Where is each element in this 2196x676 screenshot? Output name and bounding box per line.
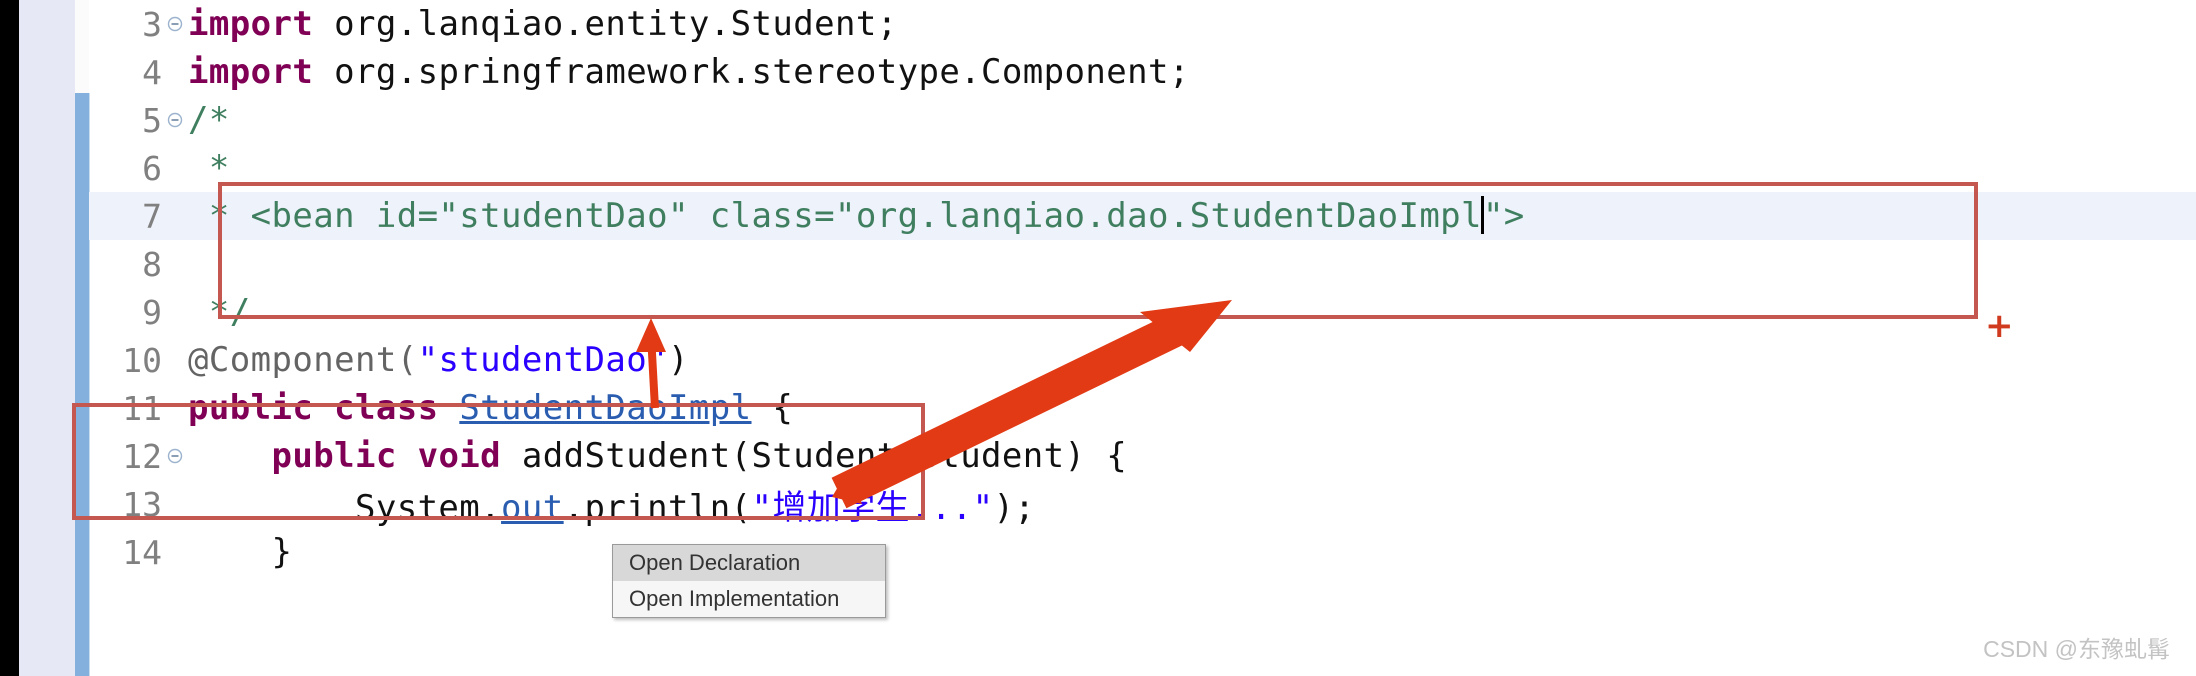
popup-item-open-implementation[interactable]: Open Implementation [613,581,885,617]
code-line-text: System.out.println("增加学生..."); [188,480,1035,529]
open-declaration-popup[interactable]: Open Declaration Open Implementation [612,544,886,618]
line-number: 6 [142,148,162,188]
code-line[interactable]: 8 [0,240,2196,288]
code-token: public class [188,388,460,428]
code-token: org.lanqiao.entity.Student; [334,4,898,44]
code-line[interactable]: 9 */ [0,288,2196,336]
code-line-text: /* [188,100,230,140]
code-line[interactable]: 10 @Component("studentDao") [0,336,2196,384]
code-token: "增加学生..." [751,487,994,528]
code-token: { [751,388,794,428]
fold-collapse-icon[interactable] [167,448,183,464]
code-line-text: public class StudentDaoImpl { [188,388,793,428]
code-line[interactable]: 11 public class StudentDaoImpl { [0,384,2196,432]
code-token: .println( [563,487,752,528]
line-number: 7 [142,196,162,236]
line-number: 8 [142,244,162,284]
code-token: ) [668,340,689,380]
code-token: } [188,532,293,572]
code-token: /* [188,100,230,140]
code-token: import [188,52,335,92]
code-token: * <bean id="studentDao" class="org.lanqi… [188,196,1482,236]
code-token: "studentDao" [417,340,669,380]
code-line[interactable]: 7 * <bean id="studentDao" class="org.lan… [0,192,2196,240]
code-line-text: * <bean id="studentDao" class="org.lanqi… [188,196,1525,236]
code-token: System. [188,487,502,528]
line-number: 13 [122,484,162,524]
code-line-text: */ [188,292,251,332]
code-token: (Student student) { [730,436,1128,476]
line-number: 12 [122,436,162,476]
code-token: StudentDaoImpl [459,388,752,428]
line-number: 3 [142,4,162,44]
code-token: "> [1482,196,1525,236]
code-line-text: public void addStudent(Student student) … [188,436,1127,476]
fold-collapse-icon[interactable] [167,16,183,32]
popup-item-open-declaration[interactable]: Open Declaration [613,545,885,581]
code-line-text: @Component("studentDao") [188,340,689,380]
line-number: 10 [122,340,162,380]
code-line[interactable]: 6 * [0,144,2196,192]
code-editor-screenshot: 3 import org.lanqiao.entity.Student; 4 impo… [0,0,2196,676]
code-line[interactable]: 5 /* [0,96,2196,144]
code-token: out [501,487,564,528]
line-number: 9 [142,292,162,332]
csdn-watermark: CSDN @东豫虬髯 [1983,636,2170,662]
fold-collapse-icon[interactable] [167,112,183,128]
line-number: 11 [122,388,162,428]
code-token: addStudent [521,436,731,476]
line-number: 4 [142,52,162,92]
code-token: ); [993,487,1036,528]
code-line-text: import org.springframework.stereotype.Co… [188,52,1190,92]
code-line[interactable]: 12 public void addStudent(Student studen… [0,432,2196,480]
code-token: org.springframework.stereotype.Component… [334,52,1190,92]
code-line-text: * [188,148,230,188]
code-line[interactable]: 3 import org.lanqiao.entity.Student; [0,0,2196,48]
code-line[interactable]: 4 import org.springframework.stereotype.C… [0,48,2196,96]
plus-marker: + [1985,306,2014,346]
code-token: * [188,148,230,188]
code-line[interactable]: 13 System.out.println("增加学生..."); [0,480,2196,528]
line-number: 5 [142,100,162,140]
code-token: import [188,4,335,44]
code-line-text: import org.lanqiao.entity.Student; [188,4,898,44]
code-token: */ [188,292,251,332]
line-number: 14 [122,532,162,572]
code-line-text: } [188,532,292,572]
code-lines-container[interactable]: 3 import org.lanqiao.entity.Student; 4 impo… [0,0,2196,676]
code-token: public void [271,436,522,476]
code-token: @Component( [188,340,418,380]
code-line[interactable]: 14 } [0,528,2196,576]
